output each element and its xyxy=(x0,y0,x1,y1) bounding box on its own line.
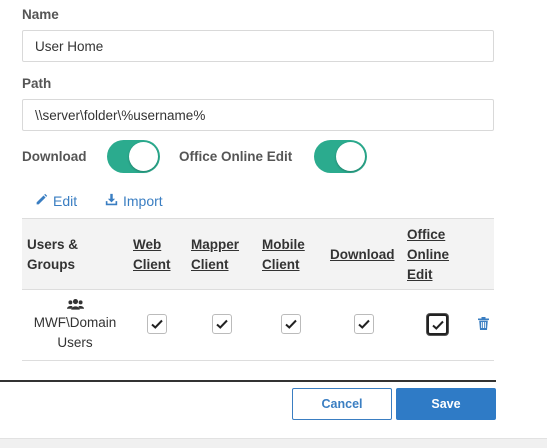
office-online-edit-checkbox[interactable] xyxy=(427,314,448,335)
download-toggle[interactable] xyxy=(107,140,160,173)
download-toggle-label: Download xyxy=(22,149,87,164)
checkmark-icon xyxy=(358,319,370,329)
download-icon xyxy=(105,193,118,209)
checkmark-icon xyxy=(431,320,444,330)
header-mobile-client[interactable]: Mobile Client xyxy=(262,235,305,275)
path-label: Path xyxy=(22,76,52,91)
name-label: Name xyxy=(22,7,59,22)
group-cell: MWF\Domain Users xyxy=(22,295,128,353)
download-checkbox[interactable] xyxy=(354,314,374,334)
checkmark-icon xyxy=(216,319,228,329)
users-icon xyxy=(22,295,128,313)
permissions-table: Users & Groups Web Client Mapper Client Mob… xyxy=(22,218,494,361)
office-online-edit-toggle-label: Office Online Edit xyxy=(179,149,293,164)
toggle-knob xyxy=(129,142,158,171)
footer-divider xyxy=(0,380,496,382)
trash-icon xyxy=(478,317,489,330)
save-button[interactable]: Save xyxy=(396,388,496,420)
pencil-icon xyxy=(35,193,48,209)
checkmark-icon xyxy=(151,319,163,329)
header-download[interactable]: Download xyxy=(330,245,395,265)
group-name: MWF\Domain xyxy=(33,315,117,330)
table-row: MWF\Domain Users xyxy=(22,289,494,361)
mobile-client-checkbox[interactable] xyxy=(281,314,301,334)
header-mapper-client[interactable]: Mapper Client xyxy=(191,235,239,275)
edit-link-label: Edit xyxy=(53,193,78,209)
import-link-label: Import xyxy=(123,193,163,209)
edit-link[interactable]: Edit xyxy=(35,193,77,209)
header-office-online-edit[interactable]: Office Online Edit xyxy=(407,225,449,285)
path-input[interactable] xyxy=(22,99,494,131)
checkmark-icon xyxy=(285,319,297,329)
header-web-client[interactable]: Web Client xyxy=(133,235,171,275)
cancel-button[interactable]: Cancel xyxy=(292,388,392,420)
table-header: Users & Groups Web Client Mapper Client Mob… xyxy=(22,218,494,290)
mapper-client-checkbox[interactable] xyxy=(212,314,232,334)
web-client-checkbox[interactable] xyxy=(147,314,167,334)
toggle-knob xyxy=(336,142,365,171)
header-users-groups: Users & Groups xyxy=(27,237,79,272)
import-link[interactable]: Import xyxy=(105,193,163,209)
name-input[interactable] xyxy=(22,30,494,62)
group-name-line2: Users xyxy=(57,335,93,350)
office-online-edit-toggle[interactable] xyxy=(314,140,367,173)
delete-row-button[interactable] xyxy=(478,317,489,335)
